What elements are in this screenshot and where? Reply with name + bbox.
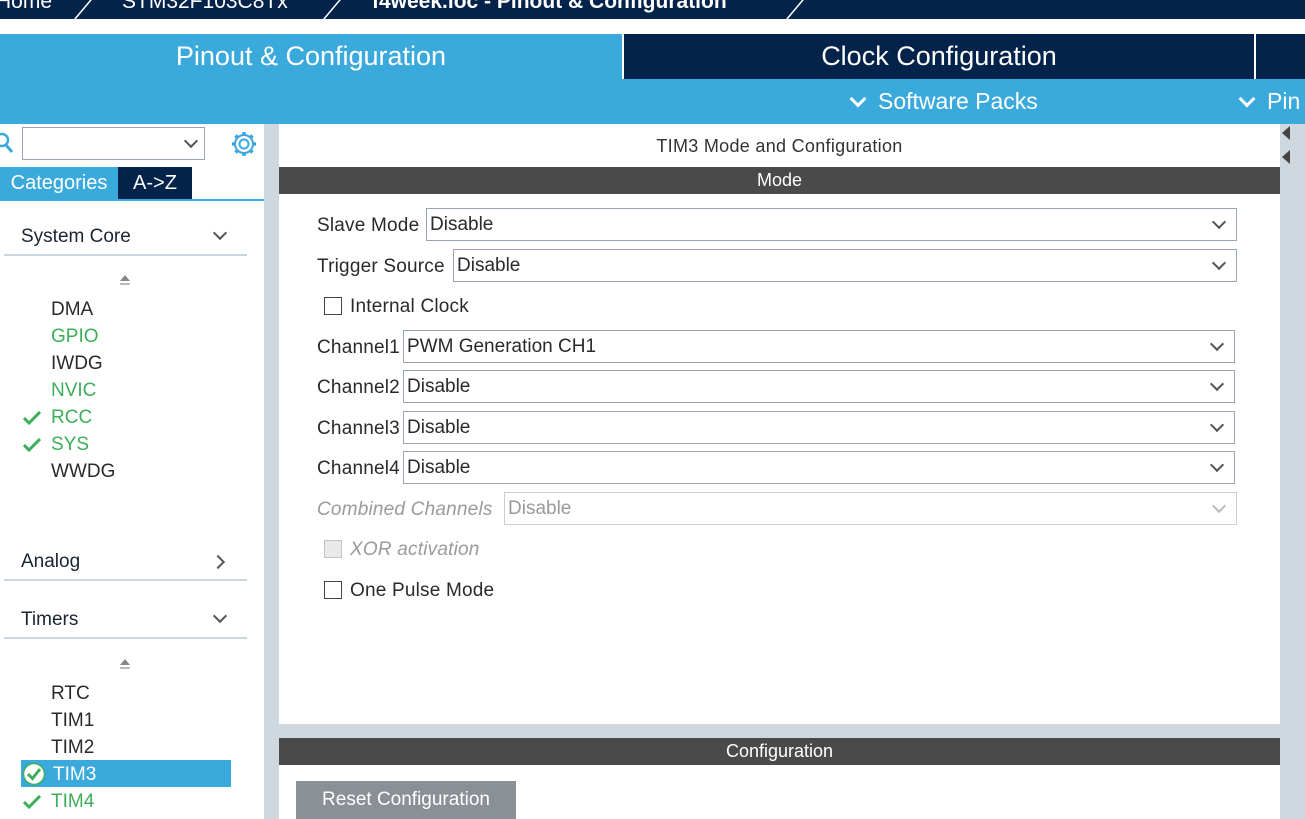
pinout-menu-label: Pin: [1267, 88, 1301, 114]
pinout-view-collapsed-panel: [1280, 124, 1305, 819]
configuration-section-header: Configuration: [279, 738, 1280, 765]
list-item-tim2[interactable]: TIM2: [51, 737, 94, 759]
chevron-down-icon: [1238, 90, 1256, 107]
collapse-left-icon[interactable]: [1282, 150, 1290, 164]
select-value: Disable: [508, 498, 572, 519]
tab-label: Clock Configuration: [821, 41, 1057, 71]
breadcrumb-separator: [71, 0, 99, 19]
software-packs-menu[interactable]: Software Packs: [849, 79, 1038, 124]
gear-icon[interactable]: [231, 131, 257, 157]
software-packs-label: Software Packs: [878, 88, 1038, 114]
chevron-down-icon: [1209, 457, 1225, 473]
breadcrumb-separator: [320, 0, 348, 19]
scroll-up-icon[interactable]: [119, 275, 131, 289]
mode-section-header: Mode: [279, 167, 1280, 194]
breadcrumb-home[interactable]: Home: [0, 0, 52, 14]
internal-clock-label: Internal Clock: [350, 296, 469, 317]
one-pulse-mode-checkbox[interactable]: [324, 581, 342, 599]
section-splitter[interactable]: [279, 724, 1280, 738]
tab-label: Pinout & Configuration: [175, 41, 447, 71]
tab-divider: [1254, 34, 1256, 79]
chevron-down-icon: [849, 90, 867, 107]
check-icon: [23, 795, 41, 809]
channel1-select[interactable]: PWM Generation CH1: [403, 330, 1235, 363]
main-tab-bar: Pinout & Configuration Clock Configurati…: [0, 34, 1305, 79]
channel3-label: Channel3: [317, 418, 400, 439]
reset-configuration-button[interactable]: Reset Configuration: [296, 781, 516, 819]
panel-title: TIM3 Mode and Configuration: [656, 136, 903, 156]
channel1-label: Channel1: [317, 337, 400, 358]
chevron-down-icon: [1211, 255, 1227, 271]
select-value: Disable: [407, 457, 471, 478]
channel3-select[interactable]: Disable: [403, 411, 1235, 444]
chevron-down-icon: [1211, 498, 1227, 514]
select-value: Disable: [407, 417, 471, 438]
combined-channels-select: Disable: [504, 492, 1237, 525]
xor-activation-label: XOR activation: [350, 539, 480, 560]
group-analog[interactable]: Analog: [4, 549, 247, 581]
tab-pinout-configuration[interactable]: Pinout & Configuration: [0, 34, 622, 79]
tab-categories[interactable]: Categories: [0, 167, 118, 199]
check-circle-icon: [22, 762, 46, 786]
breadcrumb-mcu[interactable]: STM32F103C8Tx: [122, 0, 288, 14]
check-icon: [23, 411, 41, 425]
list-item-tim3[interactable]: TIM3: [53, 764, 96, 786]
tab-clock-configuration[interactable]: Clock Configuration: [624, 34, 1254, 79]
trigger-source-select[interactable]: Disable: [453, 249, 1237, 282]
list-item-tim4[interactable]: TIM4: [51, 791, 94, 813]
select-value: Disable: [430, 214, 494, 235]
search-icon: [0, 132, 14, 153]
chevron-right-icon: [210, 554, 226, 570]
internal-clock-checkbox[interactable]: [324, 297, 342, 315]
sub-menu-bar: Software Packs Pin: [0, 79, 1305, 124]
chevron-down-icon: [1211, 214, 1227, 230]
collapse-left-icon[interactable]: [1282, 126, 1290, 140]
group-label: Timers: [21, 609, 79, 630]
panel-splitter[interactable]: [264, 124, 279, 819]
list-item-rtc[interactable]: RTC: [51, 683, 90, 705]
search-input[interactable]: [22, 127, 205, 160]
group-label: Analog: [21, 551, 81, 572]
channel4-select[interactable]: Disable: [403, 451, 1235, 484]
slave-mode-label: Slave Mode: [317, 215, 420, 236]
select-value: PWM Generation CH1: [407, 336, 597, 357]
group-timers[interactable]: Timers: [4, 607, 247, 639]
select-value: Disable: [457, 255, 521, 276]
xor-activation-checkbox: [324, 540, 342, 558]
chevron-down-icon: [1209, 336, 1225, 352]
slave-mode-select[interactable]: Disable: [426, 208, 1237, 241]
chevron-down-icon: [212, 225, 228, 241]
breadcrumb-project[interactable]: f4week.ioc - Pinout & Configuration: [372, 0, 727, 14]
combined-channels-label: Combined Channels: [317, 499, 493, 520]
chevron-down-icon[interactable]: [183, 133, 199, 149]
chevron-down-icon: [212, 608, 228, 624]
list-item-sys[interactable]: SYS: [51, 434, 89, 456]
list-item-dma[interactable]: DMA: [51, 299, 93, 321]
list-item-gpio[interactable]: GPIO: [51, 326, 99, 348]
select-value: Disable: [407, 376, 471, 397]
pinout-menu[interactable]: Pin: [1238, 79, 1301, 124]
channel2-select[interactable]: Disable: [403, 370, 1235, 403]
check-icon: [23, 438, 41, 452]
channel4-label: Channel4: [317, 458, 400, 479]
breadcrumb-separator: [783, 0, 811, 19]
tab-a-to-z[interactable]: A->Z: [118, 167, 192, 199]
chevron-down-icon: [1209, 417, 1225, 433]
list-item-tim1[interactable]: TIM1: [51, 710, 94, 732]
breadcrumb: Home STM32F103C8Tx f4week.ioc - Pinout &…: [0, 0, 1305, 19]
list-item-rcc[interactable]: RCC: [51, 407, 92, 429]
category-view-tabs: Categories A->Z: [0, 167, 264, 201]
group-label: System Core: [21, 226, 131, 247]
list-item-wwdg[interactable]: WWDG: [51, 461, 115, 483]
scroll-up-icon[interactable]: [119, 659, 131, 673]
chevron-down-icon: [1209, 376, 1225, 392]
trigger-source-label: Trigger Source: [317, 256, 445, 277]
list-item-iwdg[interactable]: IWDG: [51, 353, 103, 375]
group-system-core[interactable]: System Core: [4, 224, 247, 256]
one-pulse-mode-label: One Pulse Mode: [350, 580, 495, 601]
list-item-nvic[interactable]: NVIC: [51, 380, 96, 402]
channel2-label: Channel2: [317, 377, 400, 398]
